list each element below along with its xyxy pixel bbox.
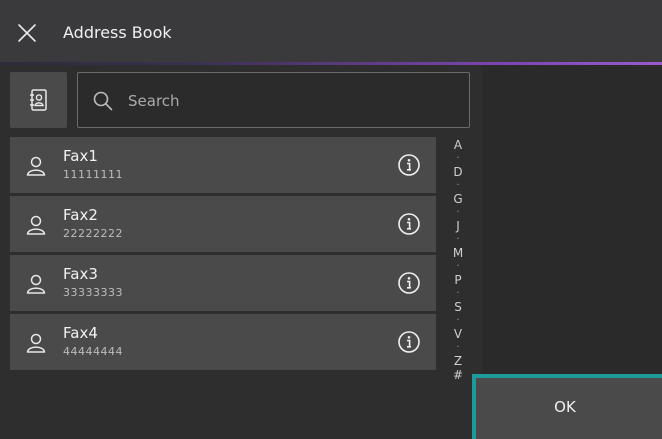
contact-list: Fax1 11111111 Fax2 22222222 Fax3 3333333…	[10, 137, 436, 373]
info-icon[interactable]	[397, 153, 421, 177]
contact-name: Fax1	[63, 147, 98, 165]
info-icon[interactable]	[397, 330, 421, 354]
ok-button-label: OK	[554, 397, 576, 416]
user-icon	[26, 333, 46, 353]
user-icon	[26, 215, 46, 235]
search-icon	[93, 91, 113, 111]
index-letter[interactable]: G	[453, 192, 462, 206]
contact-number: 44444444	[63, 345, 123, 358]
address-book-button[interactable]	[10, 72, 67, 128]
contact-row[interactable]: Fax2 22222222	[10, 196, 436, 252]
index-separator: ·	[456, 153, 460, 164]
header-bar: Address Book	[0, 0, 662, 62]
user-icon	[26, 274, 46, 294]
index-letter[interactable]: Z	[454, 354, 462, 368]
index-separator: ·	[456, 207, 460, 218]
contact-number: 33333333	[63, 286, 123, 299]
index-separator: ·	[456, 288, 460, 299]
index-separator: ·	[456, 342, 460, 353]
ok-button[interactable]: OK	[472, 374, 662, 439]
search-box[interactable]	[77, 72, 470, 128]
index-separator: ·	[456, 234, 460, 245]
address-book-icon	[29, 89, 47, 111]
contact-row[interactable]: Fax3 33333333	[10, 255, 436, 311]
index-letter[interactable]: M	[453, 246, 463, 260]
user-icon	[26, 156, 46, 176]
index-separator: ·	[456, 315, 460, 326]
index-separator: ·	[456, 180, 460, 191]
alphabet-index[interactable]: A · D · G · J · M · P · S · V · Z #	[448, 138, 468, 426]
page-title: Address Book	[63, 23, 172, 42]
close-icon	[18, 24, 36, 42]
info-icon[interactable]	[397, 212, 421, 236]
contact-row[interactable]: Fax4 44444444	[10, 314, 436, 370]
index-letter[interactable]: V	[454, 327, 462, 341]
contact-number: 22222222	[63, 227, 123, 240]
index-letter[interactable]: J	[456, 219, 460, 233]
index-letter[interactable]: D	[453, 165, 462, 179]
index-separator: ·	[456, 261, 460, 272]
info-icon[interactable]	[397, 271, 421, 295]
close-button[interactable]	[10, 16, 44, 50]
search-input[interactable]	[126, 81, 460, 121]
contact-name: Fax3	[63, 265, 98, 283]
contact-name: Fax2	[63, 206, 98, 224]
contact-name: Fax4	[63, 324, 98, 342]
index-letter[interactable]: P	[454, 273, 461, 287]
index-letter[interactable]: A	[454, 138, 462, 152]
index-letter[interactable]: #	[453, 368, 463, 382]
index-letter[interactable]: S	[454, 300, 462, 314]
contact-number: 11111111	[63, 168, 123, 181]
contact-row[interactable]: Fax1 11111111	[10, 137, 436, 193]
